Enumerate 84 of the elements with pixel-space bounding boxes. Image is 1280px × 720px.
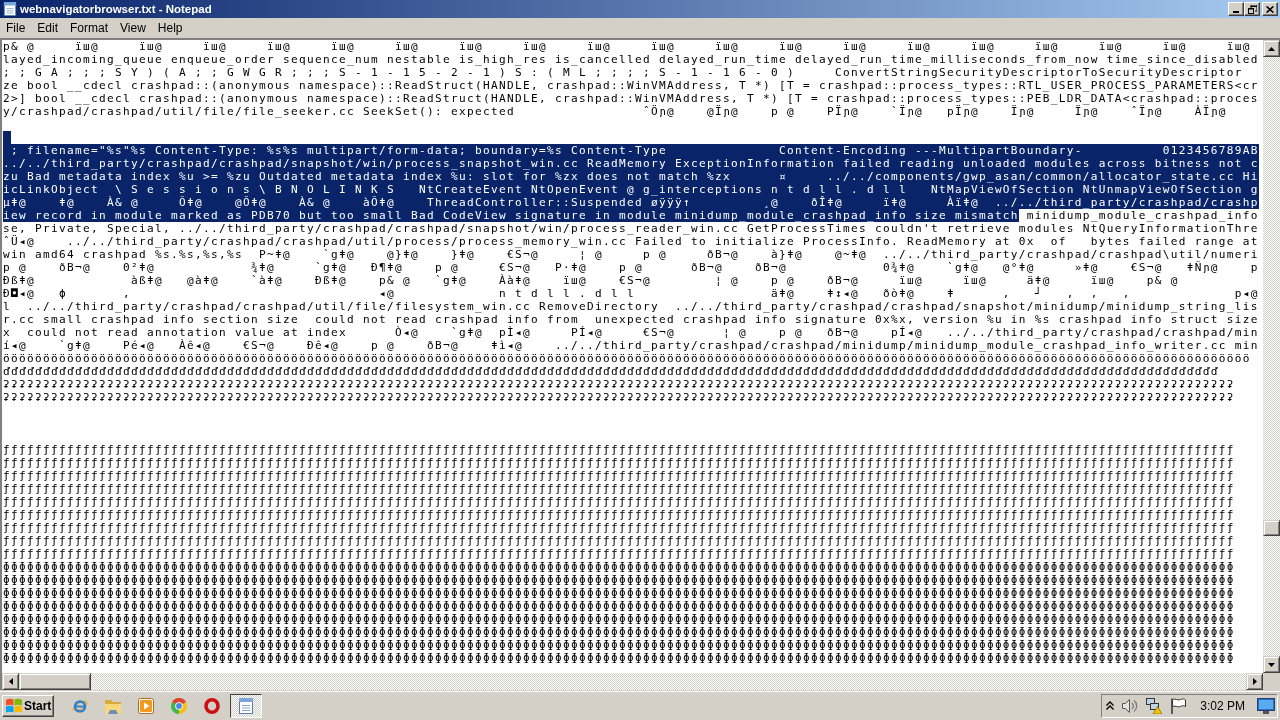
text-line: ɸɸɸɸɸɸɸɸɸɸɸɸɸɸɸɸɸɸɸɸɸɸɸɸɸɸɸɸɸɸɸɸɸɸɸɸɸɸɸɸɸɸɸɸɸɸɸɸɸɸɸɸɸɸɸɸɸɸɸɸɸɸɸɸɸɸɸɸɸɸɸɸɸɸɸɸɸɸɸɸɸɸɸɸɸɸɸɸɸɸɸɸɸɸɸɸɸɸɸɸɸɸɸɸɸɸɸɸɸɸɸɸɸɸɸɸɸɸɸɸɸɸɸɸɸɸɸɸɸɸɸɸɸɸɸɸɸɸɸɸɸɸɸɸɸɸɸɸɸɸɸɸɸɸ [3, 625, 1235, 638]
restore-button[interactable] [1244, 2, 1260, 16]
scroll-thumb[interactable] [1263, 520, 1280, 536]
text-line: ɸɸɸɸɸɸɸɸɸɸɸɸɸɸɸɸɸɸɸɸɸɸɸɸɸɸɸɸɸɸɸɸɸɸɸɸɸɸɸɸɸɸɸɸɸɸɸɸɸɸɸɸɸɸɸɸɸɸɸɸɸɸɸɸɸɸɸɸɸɸɸɸɸɸɸɸɸɸɸɸɸɸɸɸɸɸɸɸɸɸɸɸɸɸɸɸɸɸɸɸɸɸɸɸɸɸɸɸɸɸɸɸɸɸɸɸɸɸɸɸɸɸɸɸɸɸɸɸɸɸɸɸɸɸɸɸɸɸɸɸɸɸɸɸɸɸɸɸɸɸɸɸɸɸ [3, 612, 1235, 625]
text-area[interactable] [2, 40, 1263, 673]
text-line: ƒƒƒƒƒƒƒƒƒƒƒƒƒƒƒƒƒƒƒƒƒƒƒƒƒƒƒƒƒƒƒƒƒƒƒƒƒƒƒƒƒƒƒƒƒƒƒƒƒƒƒƒƒƒƒƒƒƒƒƒƒƒƒƒƒƒƒƒƒƒƒƒƒƒƒƒƒƒƒƒƒƒƒƒƒƒƒƒƒƒƒƒƒƒƒƒƒƒƒƒƒƒƒƒƒƒƒƒƒƒƒƒƒƒƒƒƒƒƒƒƒƒƒƒƒƒƒƒƒƒƒƒƒƒƒƒƒƒƒƒƒƒƒƒƒƒƒƒƒƒƒƒƒƒ [3, 521, 1235, 534]
text-line: ɸɸɸɸɸɸɸɸɸɸɸɸɸɸɸɸɸɸɸɸɸɸɸɸɸɸɸɸɸɸɸɸɸɸɸɸɸɸɸɸɸɸɸɸɸɸɸɸɸɸɸɸɸɸɸɸɸɸɸɸɸɸɸɸɸɸɸɸɸɸɸɸɸɸɸɸɸɸɸɸɸɸɸɸɸɸɸɸɸɸɸɸɸɸɸɸɸɸɸɸɸɸɸɸɸɸɸɸɸɸɸɸɸɸɸɸɸɸɸɸɸɸɸɸɸɸɸɸɸɸɸɸɸɸɸɸɸɸɸɸɸɸɸɸɸɸɸɸɸɸɸɸɸɸ [3, 599, 1235, 612]
restore-icon [1247, 4, 1257, 14]
menu-item[interactable]: View [114, 19, 152, 37]
text-line: minidump_module_crashpad_info [1025, 209, 1259, 222]
text-line: ɸɸɸɸɸɸɸɸɸɸɸɸɸɸɸɸɸɸɸɸɸɸɸɸɸɸɸɸɸɸɸɸɸɸɸɸɸɸɸɸɸɸɸɸɸɸɸɸɸɸɸɸɸɸɸɸɸɸɸɸɸɸɸɸɸɸɸɸɸɸɸɸɸɸɸɸɸɸɸɸɸɸɸɸɸɸɸɸɸɸɸɸɸɸɸɸɸɸɸɸɸɸɸɸɸɸɸɸɸɸɸɸɸɸɸɸɸɸɸɸɸɸɸɸɸɸɸɸɸɸɸɸɸɸɸɸɸɸɸɸɸɸɸɸɸɸɸɸɸɸɸɸɸɸ [3, 573, 1235, 586]
selected-text: ../../third_party/crashpad/crashpad/snapshot/win/process_snapshot_win.cc ReadMemory ExceptionInformation failed reading unloaded modules across bitness not c [3, 157, 1259, 170]
text-line: p& @ ïш@ ïш@ ïш@ ïш@ ïш@ ïш@ ïш@ ïш@ ïш@ ïш@ ïш@ ïш@ ïш@ ïш@ ïш@ ïш@ ïш@ ïш@ ïш@ [3, 40, 1251, 53]
ring-icon[interactable] [204, 697, 220, 714]
text-line: 2>] bool __cdecl crashpad::(anonymous namespace)::ReadStruct(HANDLE, crashpad::WinVMAddress, T *) [T = crashpad::process_types::PEB_LDR_DATA<crashpad::proces [3, 92, 1259, 105]
text-line: ɸɸɸɸɸɸɸɸɸɸɸɸɸɸɸɸɸɸɸɸɸɸɸɸɸɸɸɸɸɸɸɸɸɸɸɸɸɸɸɸɸɸɸɸɸɸɸɸɸɸɸɸɸɸɸɸɸɸɸɸɸɸɸɸɸɸɸɸɸɸɸɸɸɸɸɸɸɸɸɸɸɸɸɸɸɸɸɸɸɸɸɸɸɸɸɸɸɸɸɸɸɸɸɸɸɸɸɸɸɸɸɸɸɸɸɸɸɸɸɸɸɸɸɸɸɸɸɸɸɸɸɸɸɸɸɸɸɸɸɸɸɸɸɸɸɸɸɸɸɸɸɸɸɸ [3, 560, 1235, 573]
text-line: ƒƒƒƒƒƒƒƒƒƒƒƒƒƒƒƒƒƒƒƒƒƒƒƒƒƒƒƒƒƒƒƒƒƒƒƒƒƒƒƒƒƒƒƒƒƒƒƒƒƒƒƒƒƒƒƒƒƒƒƒƒƒƒƒƒƒƒƒƒƒƒƒƒƒƒƒƒƒƒƒƒƒƒƒƒƒƒƒƒƒƒƒƒƒƒƒƒƒƒƒƒƒƒƒƒƒƒƒƒƒƒƒƒƒƒƒƒƒƒƒƒƒƒƒƒƒƒƒƒƒƒƒƒƒƒƒƒƒƒƒƒƒƒƒƒƒƒƒƒƒƒƒƒƒ [3, 443, 1235, 456]
clock: 3:02 PM [1200, 698, 1245, 713]
text-line: ɸɸɸɸɸɸɸɸɸɸɸɸɸɸɸɸɸɸɸɸɸɸɸɸɸɸɸɸɸɸɸɸɸɸɸɸɸɸɸɸɸɸɸɸɸɸɸɸɸɸɸɸɸɸɸɸɸɸɸɸɸɸɸɸɸɸɸɸɸɸɸɸɸɸɸɸɸɸɸɸɸɸɸɸɸɸɸɸɸɸɸɸɸɸɸɸɸɸɸɸɸɸɸɸɸɸɸɸɸɸɸɸɸɸɸɸɸɸɸɸɸɸɸɸɸɸɸɸɸɸɸɸɸɸɸɸɸɸɸɸɸɸɸɸɸɸɸɸɸɸɸɸɸɸ [3, 638, 1235, 651]
left-arrow-icon [8, 678, 13, 685]
close-button[interactable] [1262, 2, 1278, 16]
flag-icon[interactable] [1170, 697, 1187, 714]
speaker-icon[interactable] [1122, 697, 1139, 714]
text-line: ƒƒƒƒƒƒƒƒƒƒƒƒƒƒƒƒƒƒƒƒƒƒƒƒƒƒƒƒƒƒƒƒƒƒƒƒƒƒƒƒƒƒƒƒƒƒƒƒƒƒƒƒƒƒƒƒƒƒƒƒƒƒƒƒƒƒƒƒƒƒƒƒƒƒƒƒƒƒƒƒƒƒƒƒƒƒƒƒƒƒƒƒƒƒƒƒƒƒƒƒƒƒƒƒƒƒƒƒƒƒƒƒƒƒƒƒƒƒƒƒƒƒƒƒƒƒƒƒƒƒƒƒƒƒƒƒƒƒƒƒƒƒƒƒƒƒƒƒƒƒƒƒƒƒ [3, 495, 1235, 508]
text-line: ƒƒƒƒƒƒƒƒƒƒƒƒƒƒƒƒƒƒƒƒƒƒƒƒƒƒƒƒƒƒƒƒƒƒƒƒƒƒƒƒƒƒƒƒƒƒƒƒƒƒƒƒƒƒƒƒƒƒƒƒƒƒƒƒƒƒƒƒƒƒƒƒƒƒƒƒƒƒƒƒƒƒƒƒƒƒƒƒƒƒƒƒƒƒƒƒƒƒƒƒƒƒƒƒƒƒƒƒƒƒƒƒƒƒƒƒƒƒƒƒƒƒƒƒƒƒƒƒƒƒƒƒƒƒƒƒƒƒƒƒƒƒƒƒƒƒƒƒƒƒƒƒƒƒ [3, 547, 1235, 560]
text-line: ʡʡʡʡʡʡʡʡʡʡʡʡʡʡʡʡʡʡʡʡʡʡʡʡʡʡʡʡʡʡʡʡʡʡʡʡʡʡʡʡʡʡʡʡʡʡʡʡʡʡʡʡʡʡʡʡʡʡʡʡʡʡʡʡʡʡʡʡʡʡʡʡʡʡʡʡʡʡʡʡʡʡʡʡʡʡʡʡʡʡʡʡʡʡʡʡʡʡʡʡʡʡʡʡʡʡʡʡʡʡʡʡʡʡʡʡʡʡʡʡʡʡʡʡʡʡʡʡʡʡʡʡʡʡʡʡʡʡʡʡʡʡʡʡʡʡʡʡʡʡʡʡʡʡ [3, 391, 1235, 404]
network-warning-icon[interactable] [1146, 697, 1163, 714]
text-line: ƒƒƒƒƒƒƒƒƒƒƒƒƒƒƒƒƒƒƒƒƒƒƒƒƒƒƒƒƒƒƒƒƒƒƒƒƒƒƒƒƒƒƒƒƒƒƒƒƒƒƒƒƒƒƒƒƒƒƒƒƒƒƒƒƒƒƒƒƒƒƒƒƒƒƒƒƒƒƒƒƒƒƒƒƒƒƒƒƒƒƒƒƒƒƒƒƒƒƒƒƒƒƒƒƒƒƒƒƒƒƒƒƒƒƒƒƒƒƒƒƒƒƒƒƒƒƒƒƒƒƒƒƒƒƒƒƒƒƒƒƒƒƒƒƒƒƒƒƒƒƒƒƒƒ [3, 508, 1235, 521]
down-arrow-icon [1268, 662, 1275, 667]
selected-text: µǂ@ ǂ@ À& @ Õǂ@ @Õǂ@ À& @ àÕǂ@ ThreadController::Suspended øÿÿÿ↑ ¸@ ðÎǂ@ ïǂ@ Àïǂ@ ../../third_party/crashpad/crashp [3, 196, 1259, 209]
text-line: ƒƒƒƒƒƒƒƒƒƒƒƒƒƒƒƒƒƒƒƒƒƒƒƒƒƒƒƒƒƒƒƒƒƒƒƒƒƒƒƒƒƒƒƒƒƒƒƒƒƒƒƒƒƒƒƒƒƒƒƒƒƒƒƒƒƒƒƒƒƒƒƒƒƒƒƒƒƒƒƒƒƒƒƒƒƒƒƒƒƒƒƒƒƒƒƒƒƒƒƒƒƒƒƒƒƒƒƒƒƒƒƒƒƒƒƒƒƒƒƒƒƒƒƒƒƒƒƒƒƒƒƒƒƒƒƒƒƒƒƒƒƒƒƒƒƒƒƒƒƒƒƒƒƒ [3, 469, 1235, 482]
text-line: l ../../third_party/crashpad/crashpad/util/file/filesystem_win.cc RemoveDirectory ../../third_party/crashpad/crashpad/snapshot/minidump/minidump_string_lis [3, 300, 1259, 313]
monitor-icon[interactable] [1257, 697, 1275, 714]
text-line: ďďďďďďďďďďďďďďďďďďďďďďďďďďďďďďďďďďďďďďďďďďďďďďďďďďďďďďďďďďďďďďďďďďďďďďďďďďďďďďďďďďďďďďďďďďďďďďďďďďďďďďďďďďďďďďďďďďďďďďďďďďďďďďďďďďďďďďďďďďďďďďďďďďďďďďďď [3, 365, 1219, 378]
chevron-icon[interactable] [1106, 701, 1115, 710]
text-line: ze bool __cdecl crashpad::(anonymous namespace)::ReadStruct(HANDLE, crashpad::WinVMAddress, T *) [T = crashpad::process_types::RTL_USER_PROCESS_PARAMETERS<cr [3, 79, 1259, 92]
selected-text: ; filename="%s"%s Content-Type: %s%s multipart/form-data; boundary=%s Content-Type Content-Encoding ---MultipartBoundary- 0123456789AB [3, 144, 1259, 157]
horizontal-scrollbar[interactable] [2, 673, 1263, 690]
scroll-right-button[interactable] [1246, 673, 1263, 690]
taskbar-window-button[interactable] [230, 693, 262, 718]
scroll-up-button[interactable] [1263, 40, 1280, 57]
notepad-icon [238, 697, 254, 714]
scroll-left-button[interactable] [2, 673, 19, 690]
text-line: Ðßǂ@ àßǂ@ @àǂ@ `àǂ@ Ðßǂ@ p& @ `gǂ@ Ààǂ@ ïш@ €S¬@ ¦ @ p @ ðB¬@ ïш@ ïш@ äǂ@ ïш@ p& @ [3, 274, 1179, 287]
selected-text: icLinkObject \ S e s s i o n s \ B N O L I N K S NtCreateEvent NtOpenEvent @ g_interceptions n t d l l . d l l NtMapViewOfSection NtUnmapViewOfSection g [3, 183, 1259, 196]
text-line: y/crashpad/crashpad/util/file/file_seeker.cc SeekSet(): expected ˆÖɲ@ @Ïɲ@ p @ PÏɲ@ `Ïɲ@ pÏɲ@ Ïɲ@ Ïɲ@ ˆÏɲ@ ÀÏɲ@ [3, 105, 1227, 118]
e-logo-icon[interactable] [72, 697, 88, 714]
text-line: ʡʡʡʡʡʡʡʡʡʡʡʡʡʡʡʡʡʡʡʡʡʡʡʡʡʡʡʡʡʡʡʡʡʡʡʡʡʡʡʡʡʡʡʡʡʡʡʡʡʡʡʡʡʡʡʡʡʡʡʡʡʡʡʡʡʡʡʡʡʡʡʡʡʡʡʡʡʡʡʡʡʡʡʡʡʡʡʡʡʡʡʡʡʡʡʡʡʡʡʡʡʡʡʡʡʡʡʡʡʡʡʡʡʡʡʡʡʡʡʡʡʡʡʡʡʡʡʡʡʡʡʡʡʡʡʡʡʡʡʡʡʡʡʡʡʡʡʡʡʡʡʡʡʡ [3, 378, 1235, 391]
text-line: öööööööööööööööööööööööööööööööööööööööööööööööööööööööööööööööööööööööööööööööööööööööööööööööööööööööööööööööööööööööööööööööööööööööööööööööööööööööööööö [3, 352, 1251, 365]
scroll-thumb[interactable] [19, 673, 91, 690]
menu-item[interactable]: File [0, 19, 32, 37]
right-arrow-icon [1252, 678, 1257, 685]
text-line: ɸɸɸɸɸɸɸɸɸɸɸɸɸɸɸɸɸɸɸɸɸɸɸɸɸɸɸɸɸɸɸɸɸɸɸɸɸɸɸɸɸɸɸɸɸɸɸɸɸɸɸɸɸɸɸɸɸɸɸɸɸɸɸɸɸɸɸɸɸɸɸɸɸɸɸɸɸɸɸɸɸɸɸɸɸɸɸɸɸɸɸɸɸɸɸɸɸɸɸɸɸɸɸɸɸɸɸɸɸɸɸɸɸɸɸɸɸɸɸɸɸɸɸɸɸɸɸɸɸɸɸɸɸɸɸɸɸɸɸɸɸɸɸɸɸɸɸɸɸɸɸɸɸɸ [3, 651, 1235, 664]
start-button[interactable]: Start [2, 694, 54, 717]
selected-text: zu Bad metadata index %u >= %zu Outdated metadata index %u: slot for %zx does not match %zx ¤ ../../components/gwp_asan/common/allocator_state.cc Hi [3, 170, 1259, 183]
selected-text: iew record in module marked as PDB70 but too small Bad CodeView signature in module minidump_module_crashpad_info size mismatch [3, 209, 1019, 222]
minimize-icon [1233, 11, 1239, 13]
text-line: win amd64 crashpad %s.%s,%s,%s P~ǂ@ `gǂ@ @}ǂ@ }ǂ@ €S¬@ ¦ @ p @ ðB¬@ à}ǂ@ @~ǂ@ ../../third_party/crashpad/crashpad\util/numeri [3, 248, 1259, 261]
minimize-button[interactable] [1228, 2, 1244, 16]
text-line: x could not read annotation value at index Ò◂@ `gǂ@ pÌ◂@ PÍ◂@ €S¬@ ¦ @ p @ ðB¬@ pÍ◂@ ../../third_party/crashpad/crashpad/min [3, 326, 1259, 339]
close-icon [1266, 5, 1274, 13]
text-line: ƒƒƒƒƒƒƒƒƒƒƒƒƒƒƒƒƒƒƒƒƒƒƒƒƒƒƒƒƒƒƒƒƒƒƒƒƒƒƒƒƒƒƒƒƒƒƒƒƒƒƒƒƒƒƒƒƒƒƒƒƒƒƒƒƒƒƒƒƒƒƒƒƒƒƒƒƒƒƒƒƒƒƒƒƒƒƒƒƒƒƒƒƒƒƒƒƒƒƒƒƒƒƒƒƒƒƒƒƒƒƒƒƒƒƒƒƒƒƒƒƒƒƒƒƒƒƒƒƒƒƒƒƒƒƒƒƒƒƒƒƒƒƒƒƒƒƒƒƒƒƒƒƒƒ [3, 456, 1235, 469]
text-line: ƒƒƒƒƒƒƒƒƒƒƒƒƒƒƒƒƒƒƒƒƒƒƒƒƒƒƒƒƒƒƒƒƒƒƒƒƒƒƒƒƒƒƒƒƒƒƒƒƒƒƒƒƒƒƒƒƒƒƒƒƒƒƒƒƒƒƒƒƒƒƒƒƒƒƒƒƒƒƒƒƒƒƒƒƒƒƒƒƒƒƒƒƒƒƒƒƒƒƒƒƒƒƒƒƒƒƒƒƒƒƒƒƒƒƒƒƒƒƒƒƒƒƒƒƒƒƒƒƒƒƒƒƒƒƒƒƒƒƒƒƒƒƒƒƒƒƒƒƒƒƒƒƒƒ [3, 534, 1235, 547]
text-line: se, Private, Special, ../../third_party/crashpad/crashpad/snapshot/win/process_reader_win.cc GetProcessTimes couldn't retrieve modules NtQueryInformationThre [3, 222, 1259, 235]
text-line: layed_incoming_queue enqueue_order sequence_num nestable is_high_res is_cancelled delayed_run_time delayed_run_time_milliseconds_from_now time_since_disabled [3, 53, 1259, 66]
up-arrow-icon [1268, 46, 1275, 51]
start-logo-icon [6, 697, 22, 714]
menu-item[interactable]: Help [151, 19, 189, 37]
menu-item[interactable]: Format [64, 19, 115, 37]
text-line: ; ; G A ; ; ; S Y ) ( A ; ; G W G R ; ; ; S - 1 - 1 5 - 2 - 1 ) S : ( M L ; ; ; ; S - 1 - 1 6 - 0 ) ConvertStringSecurityDescriptorToSecurityDescriptor [3, 66, 1243, 79]
menu-item[interactable]: Edit [31, 19, 65, 37]
play-icon[interactable] [138, 697, 154, 714]
text-line: ƒƒƒƒƒƒƒƒƒƒƒƒƒƒƒƒƒƒƒƒƒƒƒƒƒƒƒƒƒƒƒƒƒƒƒƒƒƒƒƒƒƒƒƒƒƒƒƒƒƒƒƒƒƒƒƒƒƒƒƒƒƒƒƒƒƒƒƒƒƒƒƒƒƒƒƒƒƒƒƒƒƒƒƒƒƒƒƒƒƒƒƒƒƒƒƒƒƒƒƒƒƒƒƒƒƒƒƒƒƒƒƒƒƒƒƒƒƒƒƒƒƒƒƒƒƒƒƒƒƒƒƒƒƒƒƒƒƒƒƒƒƒƒƒƒƒƒƒƒƒƒƒƒƒ [3, 482, 1235, 495]
text-line: p @ ðB¬@ 0²ǂ@ ¾ǂ@ `gǂ@ Ð¶ǂ@ p @ €S¬@ P·ǂ@ p @ ðB¬@ ðB¬@ 0¾ǂ@ `gǂ@ @°ǂ@ »ǂ@ €S¬@ ǂÑɲ@ p [3, 261, 1259, 274]
text-line: Ð◘◂@ ϕ , ◂@ n t d l l . d l l äǂ@ ǂ↕◂@ ðòǂ@ ǂ , ┘ , , , p◂@ [3, 287, 1259, 300]
text-line: r.cc small crashpad info section size could not read crashpad info from unexpected crashpad info signature 0x%x, version %u in %s crashpad info struct size [3, 313, 1259, 326]
text-line: í◂@ `gǂ@ Pé◂@ Àê◂@ €S¬@ Ðê◂@ p @ ðB¬@ ǂì◂@ ../../third_party/crashpad/crashpad/minidump/minidump_module_crashpad_info_writer.cc min [3, 339, 1259, 352]
scroll-down-button[interactable] [1263, 656, 1280, 673]
circle-logo-icon[interactable] [171, 697, 187, 714]
text-line: ɸɸɸɸɸɸɸɸɸɸɸɸɸɸɸɸɸɸɸɸɸɸɸɸɸɸɸɸɸɸɸɸɸɸɸɸɸɸɸɸɸɸɸɸɸɸɸɸɸɸɸɸɸɸɸɸɸɸɸɸɸɸɸɸɸɸɸɸɸɸɸɸɸɸɸɸɸɸɸɸɸɸɸɸɸɸɸɸɸɸɸɸɸɸɸɸɸɸɸɸɸɸɸɸɸɸɸɸɸɸɸɸɸɸɸɸɸɸɸɸɸɸɸɸɸɸɸɸɸɸɸɸɸɸɸɸɸɸɸɸɸɸɸɸɸɸɸɸɸɸɸɸɸɸ [3, 586, 1235, 599]
text-line: ˆÜ◂@ ../../third_party/crashpad/crashpad/util/process/process_memory_win.cc Failed to initialize ProcessInfo. ReadMemory at 0x of bytes failed range at [3, 235, 1259, 248]
window-title: webnavigatorbrowser.txt - Notepad [20, 2, 213, 16]
notepad-icon [3, 2, 17, 16]
vertical-scrollbar[interactable] [1263, 40, 1280, 673]
